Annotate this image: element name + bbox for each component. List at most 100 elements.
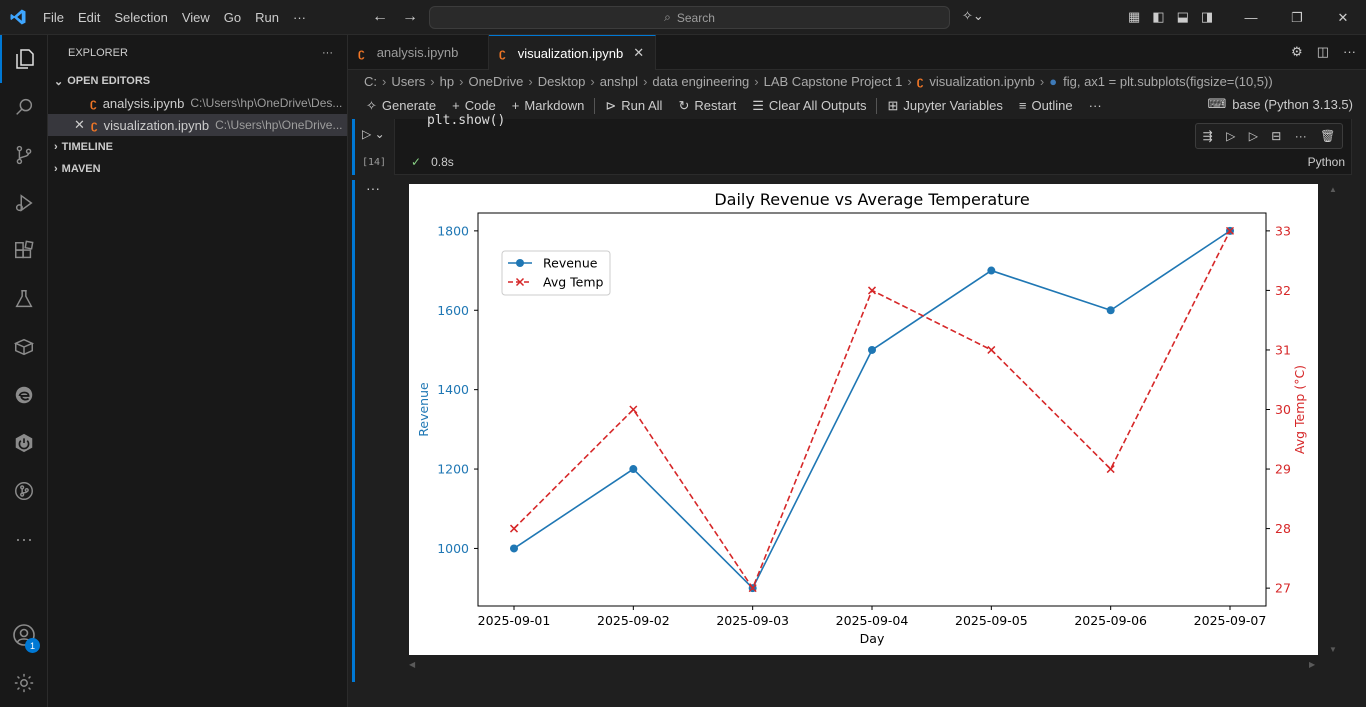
forward-arrow-icon[interactable]: → [402,8,418,26]
close-window-icon[interactable]: ✕ [1320,0,1366,35]
data-point [987,345,996,354]
kernel-label: base (Python 3.13.5) [1232,96,1353,112]
breadcrumb-item[interactable]: C: [364,74,377,89]
breadcrumb-item[interactable]: anshpl [600,74,638,89]
breadcrumb-item[interactable]: LAB Capstone Project 1 [764,74,903,89]
maven-section[interactable]: › MAVEN [48,158,347,180]
restart-icon: ↻ [678,97,690,113]
toolbar-more-button[interactable]: ··· [1081,98,1110,113]
y-right-tick-label: 31 [1275,342,1291,357]
notebook-icon: ʗ [90,96,97,110]
add-code-button[interactable]: + Code [444,98,504,113]
data-point [867,286,877,295]
settings-gear-icon[interactable]: ⚙ [1291,44,1303,60]
breadcrumb-item[interactable]: Users [391,74,425,89]
explorer-icon[interactable] [0,35,48,83]
add-markdown-button[interactable]: + Markdown [504,98,593,113]
restart-button[interactable]: ↻ Restart [670,98,744,114]
close-tab-icon[interactable]: ✕ [633,45,644,61]
outline-button[interactable]: ≡ Outline [1011,98,1081,113]
restore-icon[interactable]: ❐ [1274,0,1320,35]
menu-run[interactable]: Run [248,0,286,35]
output-more-icon[interactable]: ··· [366,180,380,196]
explorer-sidebar: EXPLORER ··· ⌄ OPEN EDITORS ʗ analysis.i… [48,35,348,707]
tab-analysis[interactable]: ʗ analysis.ipynb [348,35,489,70]
menu-more[interactable]: ··· [286,0,313,35]
split-cell-icon[interactable]: ⊟ [1271,129,1281,143]
manage-gear-icon[interactable] [0,659,48,707]
menu-edit[interactable]: Edit [71,0,107,35]
menu-view[interactable]: View [175,0,217,35]
close-icon[interactable]: ✕ [74,117,85,133]
cell-editor[interactable]: plt.show() ⇶ ▷ ▷ ⊟ ··· 🗑 ✓ 0.8s Python [394,113,1352,175]
delete-cell-icon[interactable]: 🗑 [1320,129,1335,143]
y-tick-label: 1600 [437,303,469,318]
kernel-picker[interactable]: ⌨ base (Python 3.13.5) [1208,96,1353,112]
cell-more-icon[interactable]: ··· [1295,129,1307,143]
tab-bar: ʗ analysis.ipynb ʗ visualization.ipynb ✕… [348,35,1366,70]
scroll-right-arrow-icon[interactable]: ▶ [1309,660,1315,669]
data-point [1106,465,1115,474]
execute-below-icon[interactable]: ▷ [1249,129,1258,143]
run-by-line-icon[interactable]: ⇶ [1203,129,1213,143]
split-editor-icon[interactable]: ◫ [1317,44,1329,60]
minimize-icon[interactable]: — [1228,0,1274,35]
run-cell-icon[interactable]: ▷ ⌄ [362,127,385,141]
more-views-icon[interactable]: ··· [0,515,48,563]
tab-visualization[interactable]: ʗ visualization.ipynb ✕ [489,35,656,70]
more-actions-icon[interactable]: ··· [1343,44,1356,60]
breadcrumb-item[interactable]: fig, ax1 = plt.subplots(figsize=(10,5)) [1063,74,1273,89]
data-point [987,266,996,275]
breadcrumb-item[interactable]: OneDrive [468,74,523,89]
command-center-search[interactable]: ⌕ Search [429,6,950,29]
menu-bar: File Edit Selection View Go Run ··· [36,0,313,35]
open-editor-item[interactable]: ✕ ʗ visualization.ipynb C:\Users\hp\OneD… [48,114,347,136]
breadcrumb-item[interactable]: Desktop [538,74,586,89]
jupyter-variables-button[interactable]: ⊞ Jupyter Variables [879,98,1010,114]
x-tick-label: 2025-09-07 [1194,613,1267,628]
toolbar-divider [594,97,596,114]
accounts-icon[interactable]: 1 [0,611,48,659]
edge-devtools-icon[interactable] [0,371,48,419]
sidebar-more-icon[interactable]: ··· [322,47,333,59]
open-editors-section[interactable]: ⌄ OPEN EDITORS [48,70,347,92]
clear-outputs-label: Clear All Outputs [768,98,867,113]
menu-selection[interactable]: Selection [107,0,174,35]
git-graph-icon[interactable] [0,467,48,515]
run-debug-icon[interactable] [0,179,48,227]
toggle-panel-icon[interactable]: ⬓ [1177,9,1189,25]
spring-boot-icon[interactable] [0,419,48,467]
outline-icon: ≡ [1018,98,1027,113]
breadcrumb-item[interactable]: hp [440,74,454,89]
execute-above-icon[interactable]: ▷ [1226,129,1235,143]
extensions-icon[interactable] [0,227,48,275]
testing-icon[interactable] [0,275,48,323]
timeline-section[interactable]: › TIMELINE [48,136,347,158]
y-tick-label: 1800 [437,223,469,238]
breadcrumb-item[interactable]: data engineering [652,74,749,89]
x-axis-label: Day [860,631,885,646]
run-all-button[interactable]: ⊳ Run All [597,98,670,114]
remote-explorer-icon[interactable] [0,323,48,371]
open-editor-item[interactable]: ʗ analysis.ipynb C:\Users\hp\OneDrive\De… [48,92,347,114]
cell-language[interactable]: Python [1308,155,1345,169]
breadcrumb: C: › Users › hp › OneDrive › Desktop › anshpl… [364,73,1273,89]
source-control-icon[interactable] [0,131,48,179]
customize-layout-icon[interactable]: ▦ [1128,9,1140,25]
generate-button[interactable]: ✧ Generate [358,98,444,114]
copilot-icon[interactable]: ✧⌄ [962,8,984,24]
search-view-icon[interactable] [0,83,48,131]
toggle-secondary-sidebar-icon[interactable]: ◨ [1201,9,1213,25]
menu-file[interactable]: File [36,0,71,35]
code-line: plt.show() [427,113,506,128]
breadcrumb-item[interactable]: visualization.ipynb [929,74,1035,89]
scroll-left-arrow-icon[interactable]: ◀ [409,660,415,669]
toggle-sidebar-icon[interactable]: ◧ [1152,9,1164,25]
scroll-up-arrow-icon[interactable]: ▲ [1329,185,1337,194]
back-arrow-icon[interactable]: ← [372,8,388,26]
scroll-down-arrow-icon[interactable]: ▼ [1329,645,1337,654]
clear-outputs-button[interactable]: ☰ Clear All Outputs [744,98,874,114]
code-cell[interactable]: ▷ ⌄ [14] plt.show() ⇶ ▷ ▷ ⊟ ··· 🗑 ✓ 0.8s… [352,113,1354,175]
toolbar-divider [876,97,878,114]
menu-go[interactable]: Go [217,0,248,35]
